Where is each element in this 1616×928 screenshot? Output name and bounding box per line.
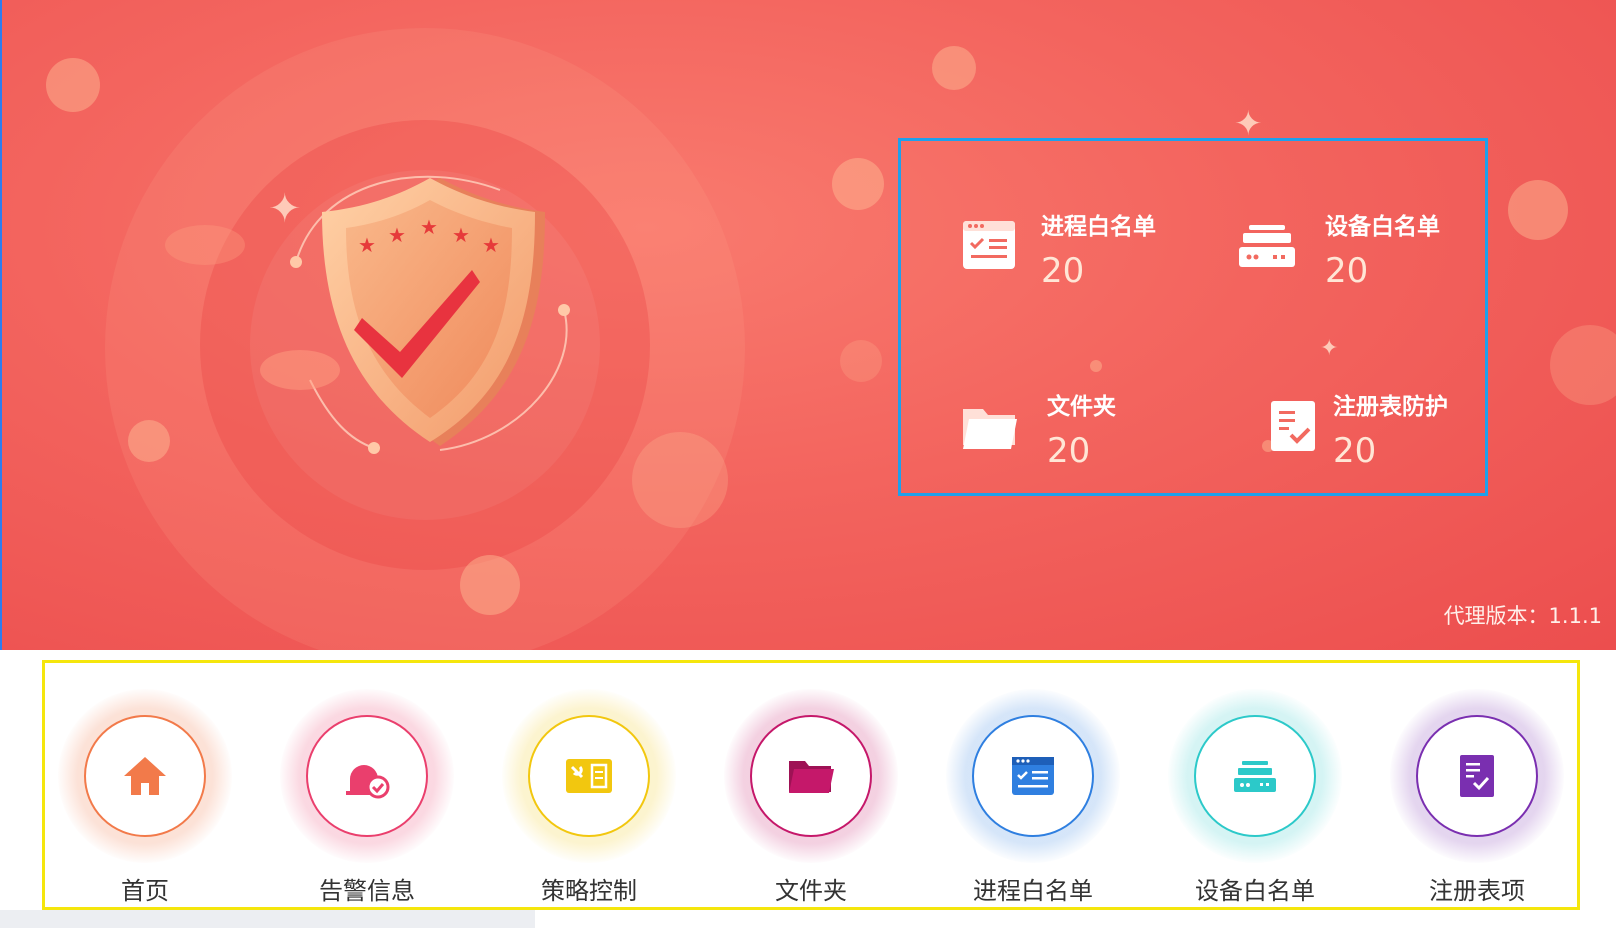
stat-label: 设备白名单 [1325, 214, 1440, 240]
nav-item-home[interactable]: 首页 [45, 663, 245, 907]
nav-label: 设备白名单 [1195, 877, 1315, 905]
device-icon [1239, 225, 1295, 267]
process-list-icon [963, 221, 1015, 269]
nav-item-policy[interactable]: 策略控制 [489, 663, 689, 907]
folder-icon [789, 761, 834, 793]
nav-label: 进程白名单 [973, 877, 1093, 905]
svg-text:★: ★ [452, 223, 470, 247]
nav-item-registry[interactable]: 注册表项 [1377, 663, 1577, 907]
svg-text:★: ★ [420, 215, 438, 239]
stat-value: 20 [1047, 431, 1091, 471]
nav-circle [750, 715, 872, 837]
cropped-heading-fragment [0, 910, 535, 928]
nav-item-folder[interactable]: 文件夹 [711, 663, 911, 907]
nav-circle [972, 715, 1094, 837]
nav-label: 策略控制 [541, 877, 637, 905]
agent-version: 代理版本：1.1.1 [1443, 604, 1602, 628]
nav-label: 告警信息 [319, 877, 415, 905]
stats-panel: 进程白名单 20 设备白名单 20 文件夹 20 注册表防护 20 [898, 138, 1488, 496]
nav-circle [1194, 715, 1316, 837]
stat-label: 注册表防护 [1333, 394, 1448, 420]
stat-value: 20 [1333, 431, 1377, 471]
nav-item-alarm[interactable]: 告警信息 [267, 663, 467, 907]
nav-circle [528, 715, 650, 837]
decor-bubble [1508, 180, 1568, 240]
decor-bubble [840, 340, 882, 382]
nav-label: 注册表项 [1429, 877, 1525, 905]
decor-bubble [932, 46, 976, 90]
registry-check-icon [1271, 401, 1315, 451]
nav-label: 文件夹 [775, 877, 847, 905]
nav-circle [1416, 715, 1538, 837]
svg-text:★: ★ [482, 233, 500, 257]
svg-text:★: ★ [388, 223, 406, 247]
nav-circle [306, 715, 428, 837]
hero-banner: ✦ ✦ ✦ ★ ★ ★ ★ ★ 进程白名单 20 设备白名单 20 文件夹 20… [0, 0, 1616, 650]
decor-bubble [1550, 325, 1616, 405]
policy-icon [566, 759, 612, 793]
stat-label: 文件夹 [1047, 394, 1116, 420]
stat-label: 进程白名单 [1041, 214, 1156, 240]
home-icon [124, 757, 166, 795]
nav-circle [84, 715, 206, 837]
nav-label: 首页 [121, 877, 169, 905]
nav-item-process-whitelist[interactable]: 进程白名单 [933, 663, 1133, 907]
stat-value: 20 [1325, 251, 1369, 291]
stat-value: 20 [1041, 251, 1085, 291]
device-icon [1234, 761, 1276, 792]
registry-check-icon [1460, 755, 1494, 797]
shield-check-icon: ★ ★ ★ ★ ★ [322, 178, 545, 446]
svg-text:★: ★ [358, 233, 376, 257]
alarm-icon [346, 765, 390, 799]
decor-bubble [832, 158, 884, 210]
process-list-icon [1012, 757, 1054, 795]
folder-icon [963, 409, 1017, 449]
module-nav: 首页 告警信息 策略控制 文件夹 进程白名单 设备白名单 注册表项 [42, 660, 1580, 910]
nav-item-device-whitelist[interactable]: 设备白名单 [1155, 663, 1355, 907]
